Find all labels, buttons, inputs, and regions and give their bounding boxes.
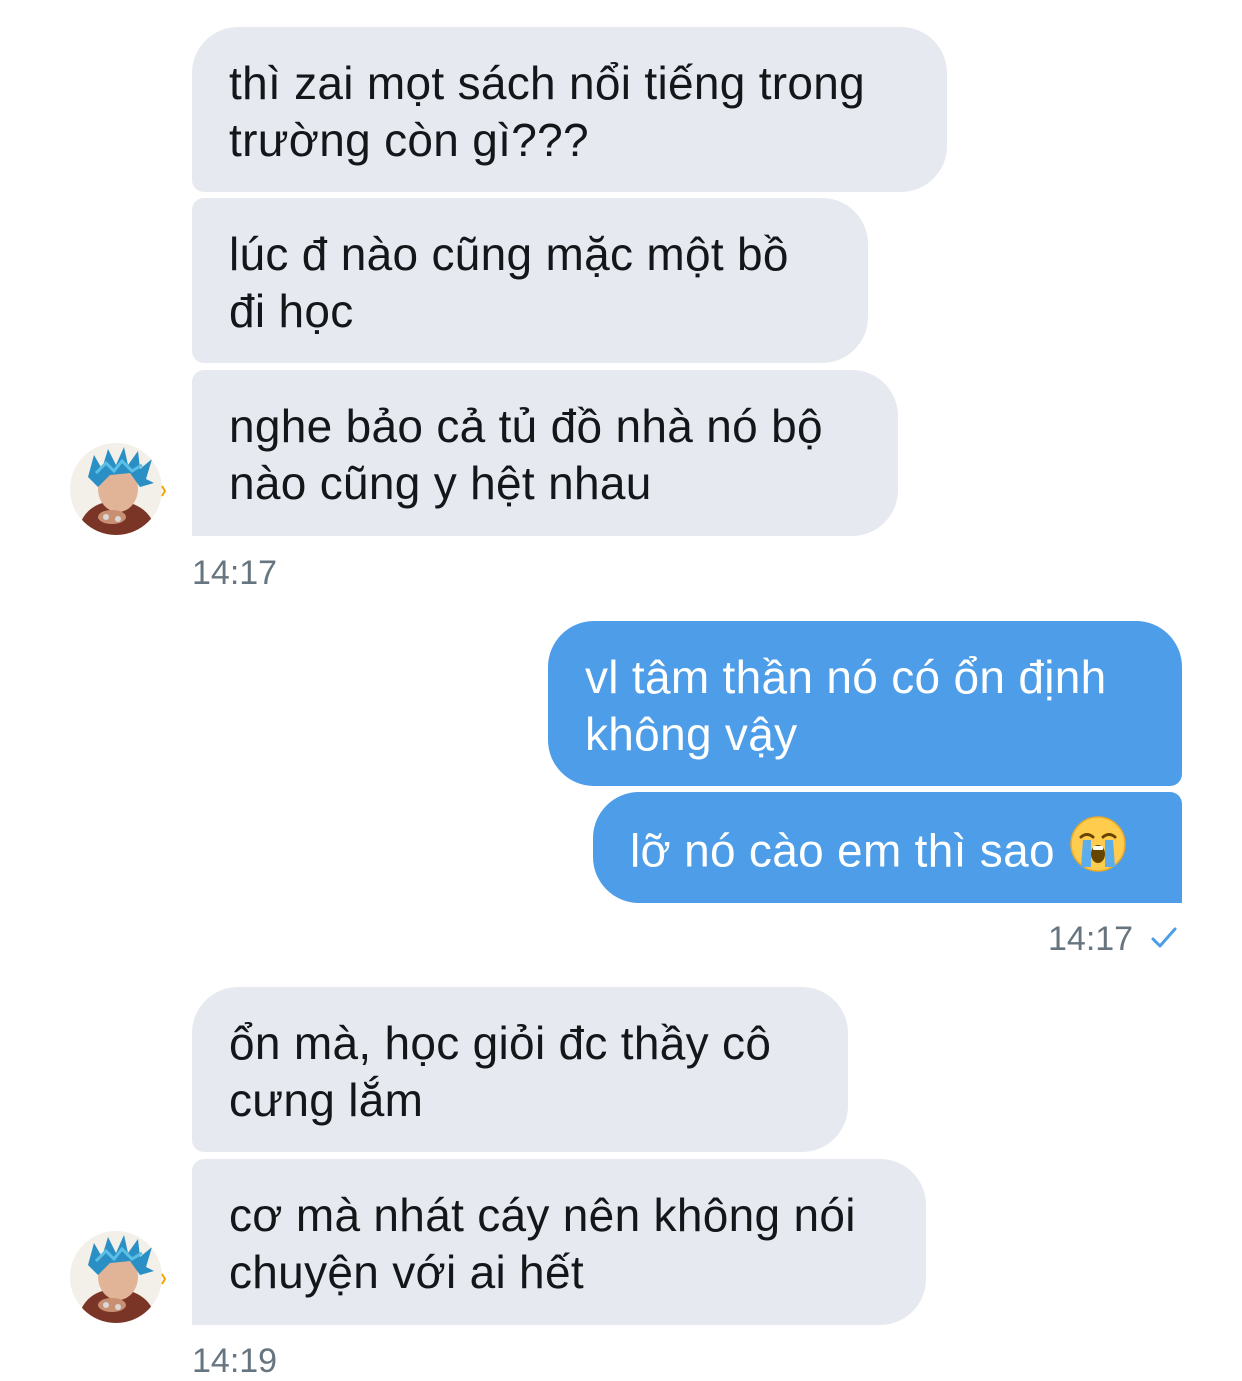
message-text: ổn mà, học giỏi đc thầy cô cưng lắm	[229, 1017, 772, 1126]
message-text: cơ mà nhát cáy nên không nói chuyện với …	[229, 1189, 856, 1298]
incoming-message-bubble[interactable]: lúc đ nào cũng mặc một bồ đi học	[192, 198, 868, 363]
message-text: lỡ nó cào em thì sao	[630, 824, 1055, 877]
timestamp: 14:17	[1048, 920, 1134, 958]
timestamp: 14:19	[192, 1342, 278, 1380]
chat-thread: thì zai mọt sách nổi tiếng trong trường …	[0, 0, 1242, 1380]
incoming-message-bubble[interactable]: ổn mà, học giỏi đc thầy cô cưng lắm	[192, 987, 848, 1152]
incoming-message-bubble[interactable]: cơ mà nhát cáy nên không nói chuyện với …	[192, 1159, 926, 1325]
incoming-message-bubble[interactable]: nghe bảo cả tủ đồ nhà nó bộ nào cũng y h…	[192, 370, 898, 536]
checkmark-icon	[1151, 927, 1177, 948]
message-text: nghe bảo cả tủ đồ nhà nó bộ nào cũng y h…	[229, 400, 823, 509]
timestamp: 14:17	[192, 554, 278, 592]
message-text: vl tâm thần nó có ổn định không vậy	[585, 651, 1107, 760]
avatar-spark-icon	[161, 485, 167, 497]
outgoing-message-bubble[interactable]: lỡ nó cào em thì sao	[593, 792, 1182, 903]
incoming-message-bubble[interactable]: thì zai mọt sách nổi tiếng trong trường …	[192, 27, 947, 192]
avatar-spark-icon	[161, 1273, 167, 1285]
avatar-image	[70, 1231, 162, 1323]
loudly-crying-face-icon	[1069, 815, 1127, 886]
avatar-image	[70, 443, 162, 535]
message-text: lúc đ nào cũng mặc một bồ đi học	[229, 228, 789, 337]
outgoing-message-bubble[interactable]: vl tâm thần nó có ổn định không vậy	[548, 621, 1182, 786]
contact-avatar[interactable]	[70, 1231, 162, 1323]
message-text: thì zai mọt sách nổi tiếng trong trường …	[229, 57, 866, 166]
contact-avatar[interactable]	[70, 443, 162, 535]
